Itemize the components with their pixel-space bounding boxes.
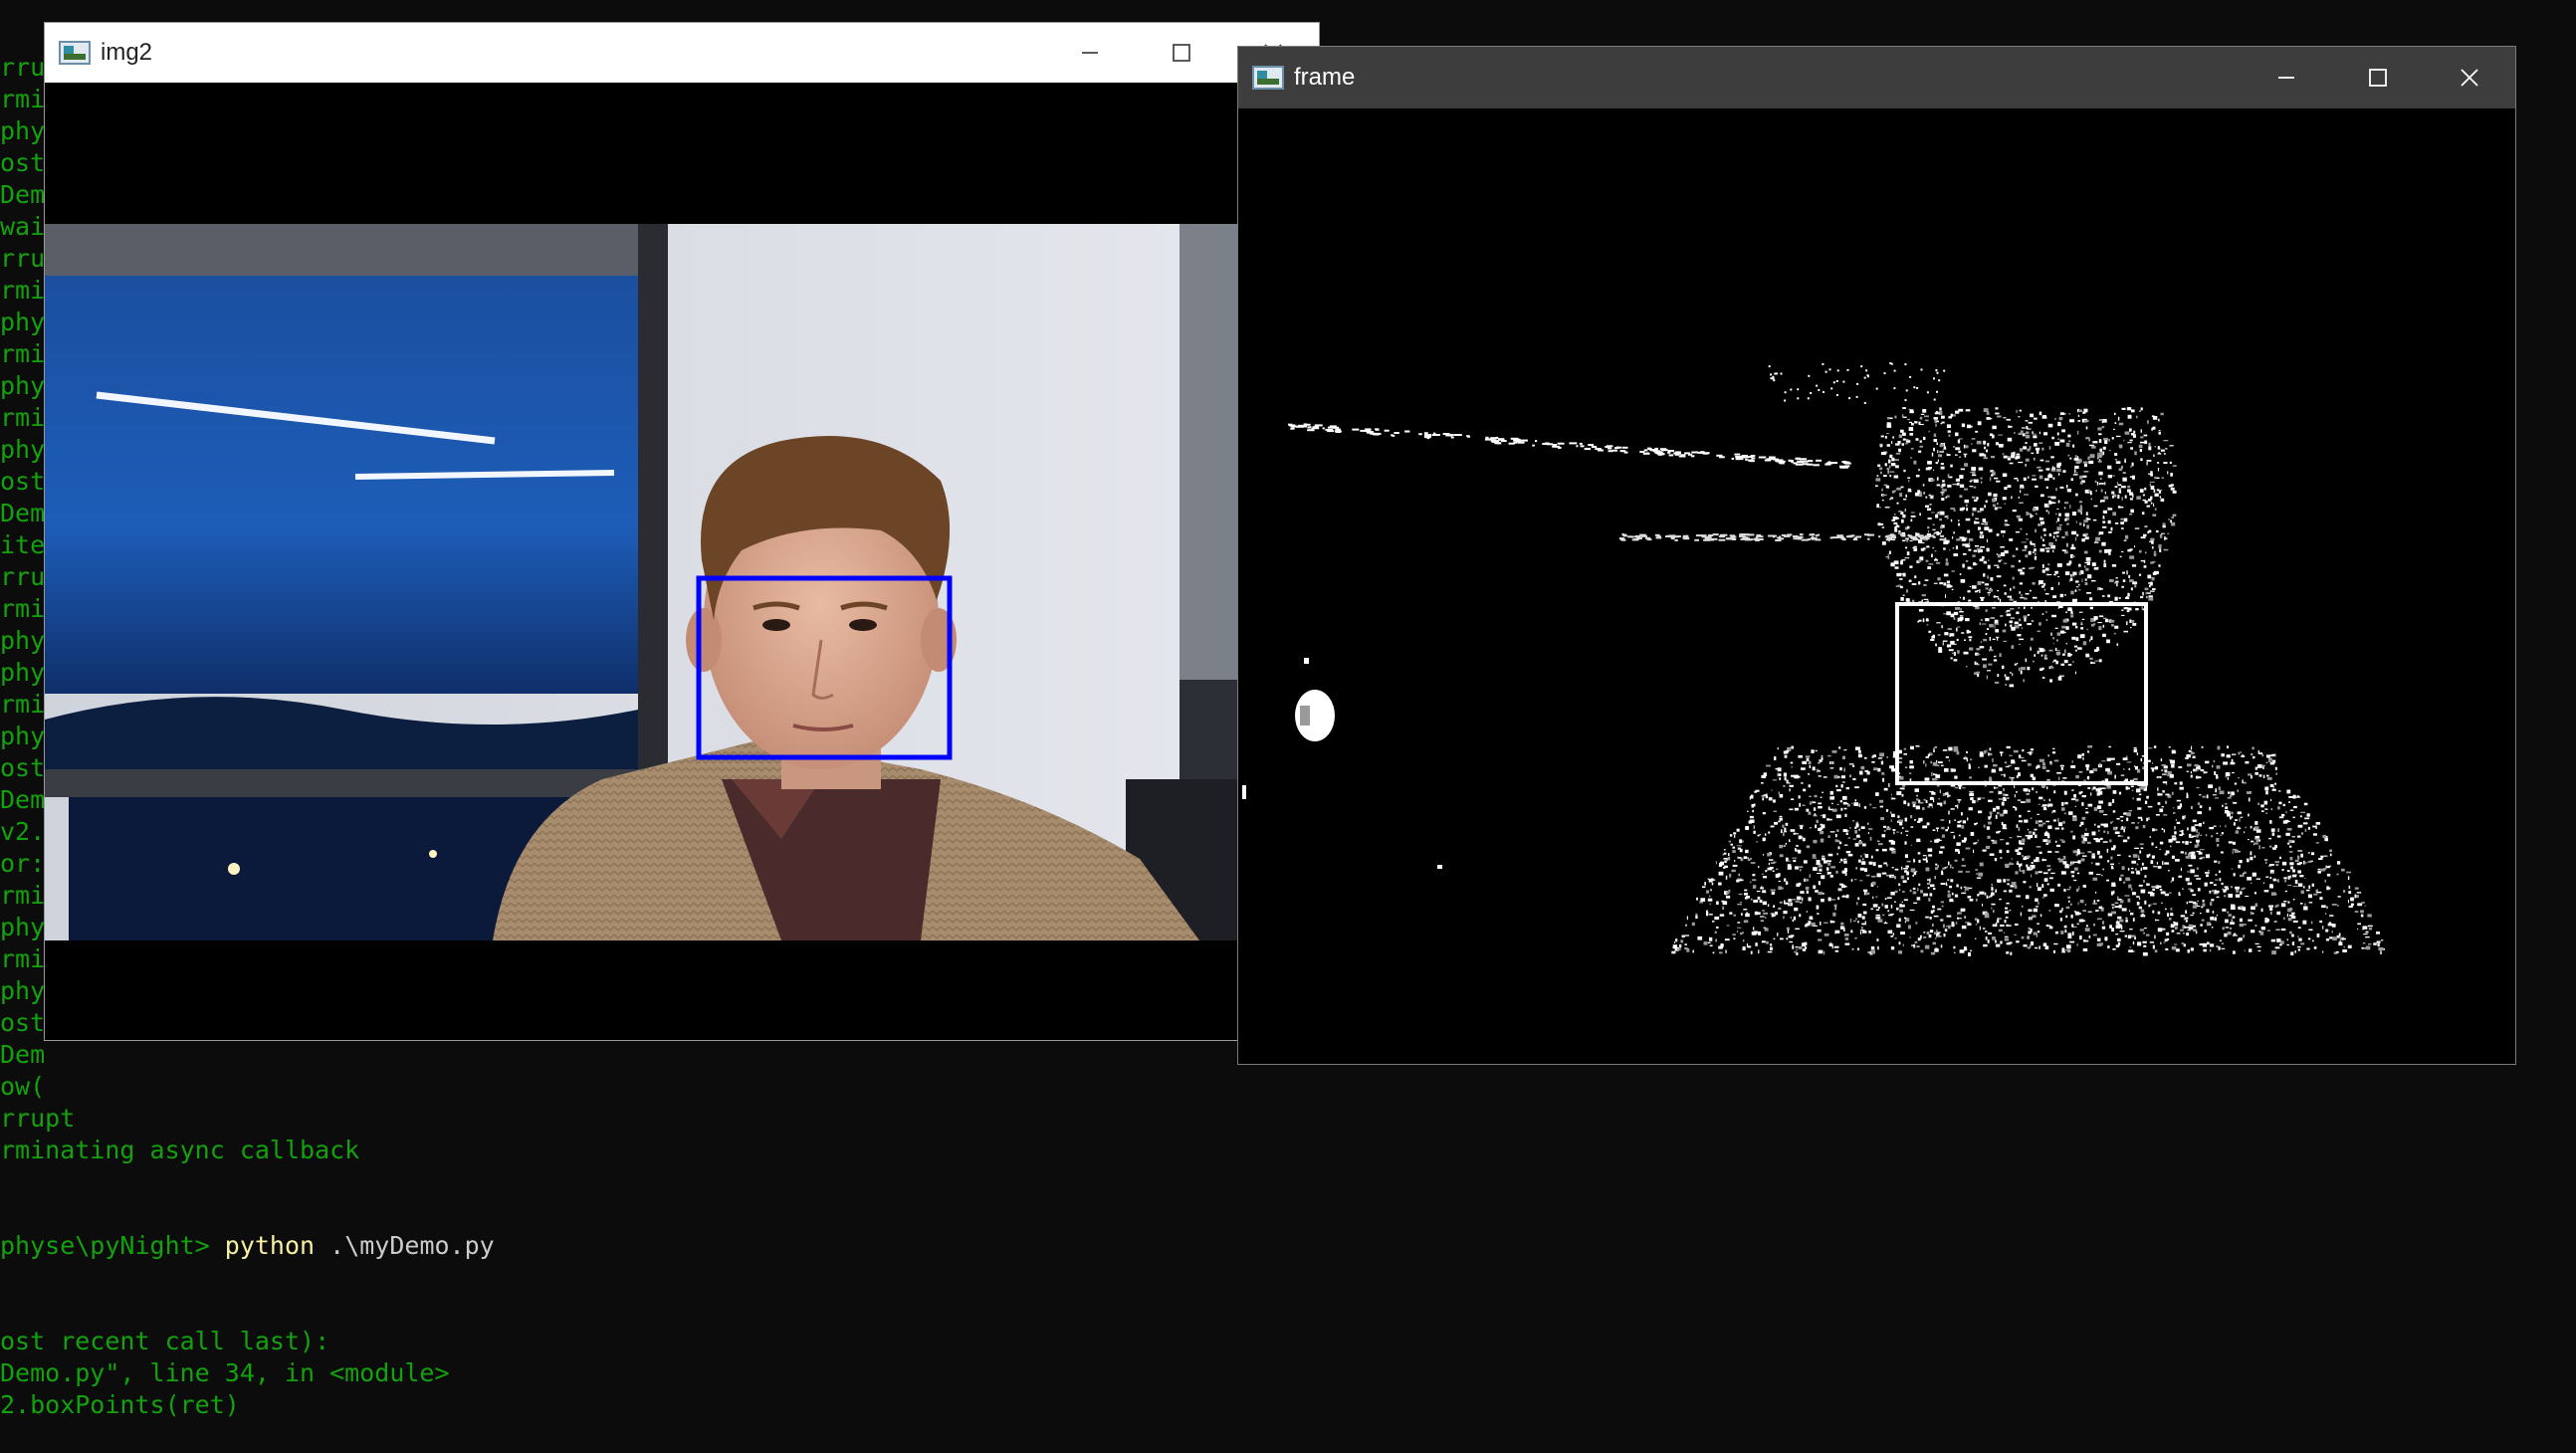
maximize-icon (1173, 44, 1190, 62)
minimize-icon (2278, 77, 2294, 79)
minimize-icon (1082, 52, 1098, 54)
terminal-line: Demo.py", line 34, in <module> (0, 1358, 450, 1387)
terminal-line: rminating async callback (0, 1136, 360, 1164)
opencv-app-icon (59, 41, 91, 65)
frame-close-button[interactable] (2424, 47, 2515, 108)
edge-mask-image (1238, 108, 2515, 1064)
terminal-traceback: ost recent call last): Demo.py", line 34,… (0, 1326, 2576, 1421)
camera-frame (45, 224, 1319, 940)
terminal-line: 2.boxPoints(ret) (0, 1390, 240, 1419)
terminal-command: python (224, 1231, 316, 1260)
frame-canvas (1238, 108, 2515, 1064)
terminal-line: ost recent call last): (0, 1327, 330, 1355)
img2-titlebar[interactable]: img2 (45, 23, 1319, 83)
terminal-line: rrupt (0, 1104, 76, 1133)
webcam-image (45, 224, 1319, 940)
frame-window[interactable]: frame (1237, 46, 2516, 1065)
img2-canvas (45, 83, 1319, 1040)
opencv-app-icon (1252, 66, 1284, 90)
img2-minimize-button[interactable] (1044, 23, 1136, 83)
frame-maximize-button[interactable] (2332, 47, 2424, 108)
terminal-line: ow( (0, 1072, 46, 1101)
close-icon (2461, 69, 2478, 87)
frame-window-title: frame (1294, 64, 1356, 91)
img2-window-title: img2 (101, 39, 153, 66)
frame-titlebar[interactable]: frame (1238, 47, 2515, 108)
frame-minimize-button[interactable] (2241, 47, 2332, 108)
img2-window[interactable]: img2 (44, 22, 1320, 1041)
maximize-icon (2369, 69, 2387, 87)
terminal-command-argument: .\myDemo.py (315, 1231, 495, 1260)
terminal-prompt-line[interactable]: physe\pyNight> python .\myDemo.py (0, 1230, 2576, 1262)
terminal-prompt-path: physe\pyNight> (0, 1231, 225, 1260)
img2-maximize-button[interactable] (1136, 23, 1227, 83)
